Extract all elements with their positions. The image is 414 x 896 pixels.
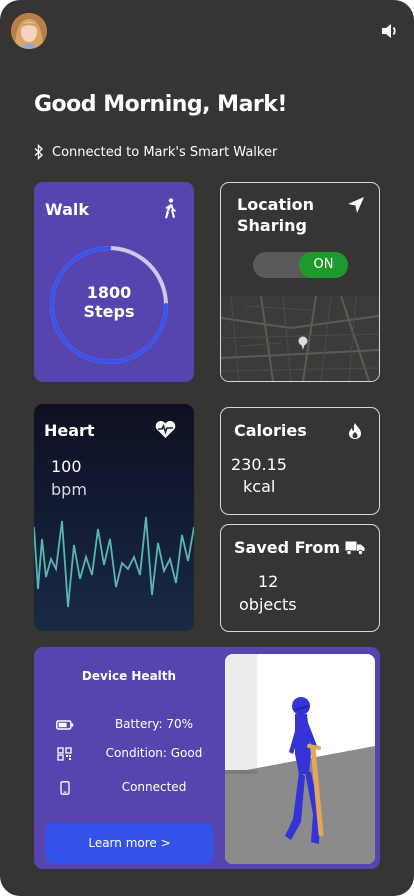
navigation-arrow-icon xyxy=(348,197,364,213)
heart-rate-unit: bpm xyxy=(51,480,87,499)
heart-rate-value: 100 xyxy=(51,457,82,476)
calories-value: 230.15 xyxy=(231,455,287,474)
app-screen: Good Morning, Mark! Connected to Mark's … xyxy=(0,0,414,896)
truck-icon xyxy=(345,541,365,556)
device-health-title: Device Health xyxy=(81,669,177,683)
toggle-on-label: ON xyxy=(299,252,348,278)
battery-row: Battery: 70% xyxy=(56,716,216,734)
user-avatar[interactable] xyxy=(11,13,47,49)
learn-more-button[interactable]: Learn more > xyxy=(45,823,214,864)
saved-from-card[interactable]: Saved From 12 objects xyxy=(220,524,380,632)
location-toggle[interactable]: ON xyxy=(253,252,348,278)
walking-person-icon xyxy=(165,198,176,219)
steps-value: 1800 xyxy=(86,283,132,302)
connection-status-text: Connected to Mark's Smart Walker xyxy=(52,144,278,160)
saved-objects-value: 12 xyxy=(258,572,279,591)
condition-row: Condition: Good xyxy=(56,745,216,763)
location-title-line1: Location xyxy=(237,195,314,214)
location-map[interactable] xyxy=(221,296,379,381)
walker-illustration xyxy=(225,654,375,864)
calories-title: Calories xyxy=(234,421,307,440)
device-health-card: Device Health Battery: 70% Condition: Go… xyxy=(34,647,380,869)
steps-readout: 1800 Steps xyxy=(48,283,170,321)
saved-objects-unit: objects xyxy=(239,595,297,614)
phone-icon xyxy=(60,781,70,795)
walk-card[interactable]: Walk 1800 Steps xyxy=(34,182,194,382)
connection-row: Connected xyxy=(56,779,216,797)
flame-icon xyxy=(349,423,361,439)
location-sharing-card[interactable]: Location Sharing ON xyxy=(220,182,380,382)
speaker-icon[interactable] xyxy=(380,22,400,40)
avatar-image xyxy=(11,13,47,49)
bluetooth-icon xyxy=(34,144,43,160)
connection-status: Connected to Mark's Smart Walker xyxy=(34,143,277,161)
steps-unit: Steps xyxy=(83,302,135,321)
heart-rate-card[interactable]: Heart 100 bpm xyxy=(34,404,194,631)
location-title-line2: Sharing xyxy=(237,216,307,235)
calories-card[interactable]: Calories 230.15 kcal xyxy=(220,407,380,515)
walk-title: Walk xyxy=(45,200,89,219)
saved-from-title: Saved From xyxy=(234,538,341,557)
battery-icon xyxy=(56,720,74,730)
condition-status: Condition: Good xyxy=(105,746,203,760)
location-title: Location Sharing xyxy=(237,194,314,236)
connection-state: Connected xyxy=(121,780,187,794)
calories-unit: kcal xyxy=(243,477,276,496)
battery-status: Battery: 70% xyxy=(114,717,194,731)
heartbeat-icon xyxy=(155,421,176,438)
heart-title: Heart xyxy=(44,421,95,440)
qr-code-icon xyxy=(57,747,72,761)
heart-rate-waveform xyxy=(34,516,194,608)
greeting-title: Good Morning, Mark! xyxy=(34,92,287,117)
